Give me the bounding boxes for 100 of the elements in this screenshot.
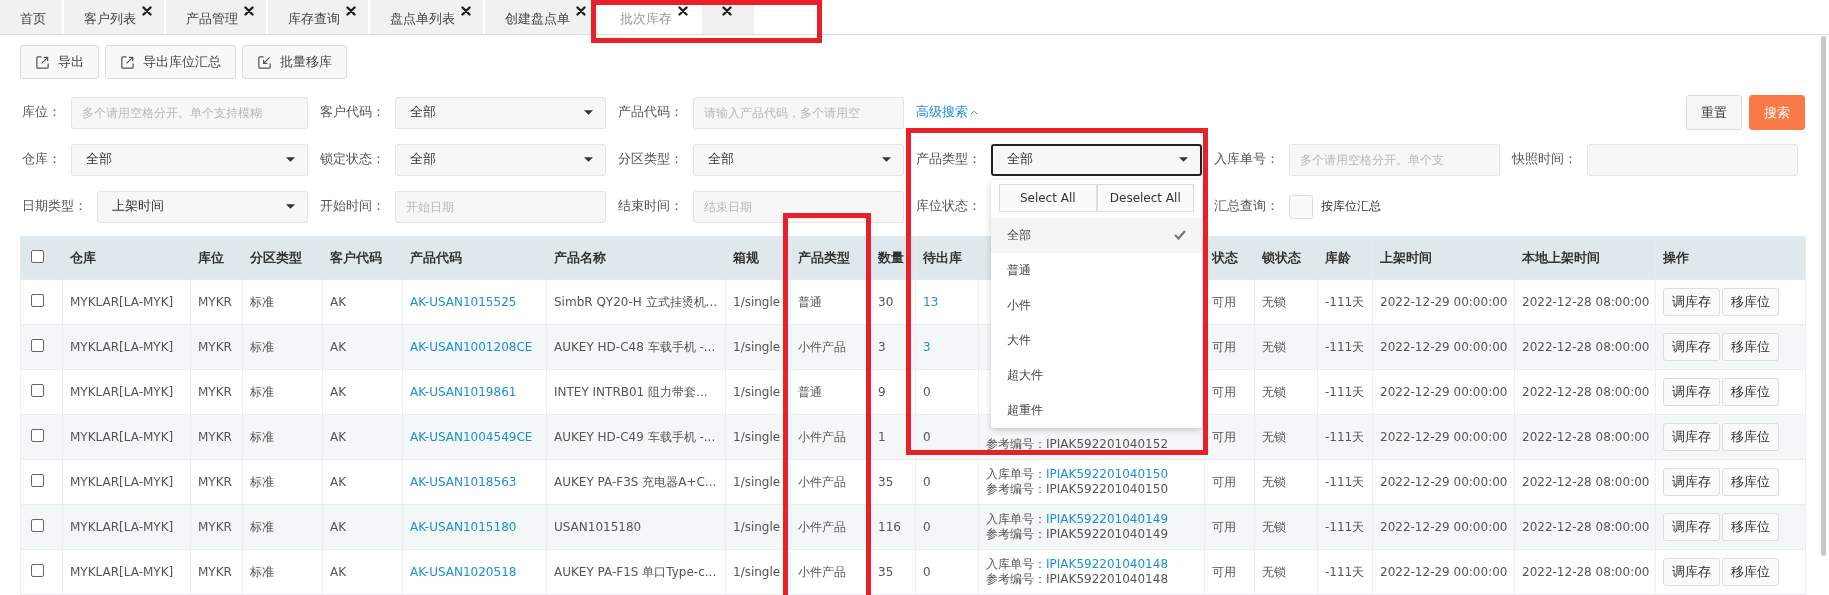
select-field[interactable]: 上架时间 — [97, 190, 308, 223]
shelf-time-cell: 2022-12-29 00:00:00 — [1380, 385, 1508, 399]
checkbox[interactable] — [31, 564, 44, 577]
tab[interactable]: 盘点单列表 — [370, 0, 485, 34]
product-name-cell: USAN1015180 — [554, 520, 642, 534]
checkbox[interactable] — [31, 339, 44, 352]
shelf-time-cell: 2022-12-29 00:00:00 — [1380, 295, 1508, 309]
column-header: 操作 — [1663, 249, 1689, 265]
checkbox[interactable] — [31, 294, 44, 307]
pending-cell: 0 — [923, 475, 931, 489]
checkbox[interactable] — [31, 474, 44, 487]
close-icon[interactable] — [346, 6, 356, 16]
action-button[interactable]: 调库存 — [1663, 468, 1720, 496]
column-header: 客户代码 — [330, 249, 382, 265]
tab[interactable]: 客户列表 — [64, 0, 166, 34]
checkbox[interactable] — [31, 429, 44, 442]
customer-cell: AK — [330, 340, 347, 354]
local-shelf-time-cell: 2022-12-28 08:00:00 — [1522, 430, 1650, 444]
local-shelf-time-cell: 2022-12-28 08:00:00 — [1522, 565, 1650, 579]
dropdown-option[interactable]: 超重件 — [991, 392, 1202, 428]
advanced-search-link[interactable]: 高级搜索 — [916, 104, 978, 121]
checkbox[interactable] — [31, 384, 44, 397]
pending-cell: 0 — [923, 430, 931, 444]
filter-label: 产品类型： — [916, 151, 981, 168]
scrollbar[interactable] — [1821, 36, 1826, 556]
select-field[interactable]: 全部 — [395, 96, 606, 129]
action-button[interactable]: 移库位 — [1722, 378, 1779, 406]
action-button[interactable]: 调库存 — [1663, 378, 1720, 406]
input-field[interactable]: 多个请用空格分开。单个支持模糊 — [71, 96, 308, 129]
action-button[interactable]: 移库位 — [1722, 288, 1779, 316]
close-icon[interactable] — [461, 6, 471, 16]
close-icon[interactable] — [142, 6, 152, 16]
column-header: 锁状态 — [1262, 249, 1301, 265]
box-spec-cell: 1/single — [733, 385, 781, 399]
customer-cell: AK — [330, 565, 347, 579]
age-cell: -111天 — [1325, 519, 1365, 534]
filter-label: 仓库： — [22, 151, 61, 168]
action-button[interactable]: 调库存 — [1663, 513, 1720, 541]
checkbox-label: 按库位汇总 — [1321, 198, 1381, 215]
select-field[interactable]: 全部 — [991, 143, 1202, 176]
select-all-button[interactable]: Select All — [999, 183, 1097, 212]
deselect-all-button[interactable]: Deselect All — [1096, 183, 1194, 212]
action-button[interactable]: 移库位 — [1722, 333, 1779, 361]
pending-link[interactable]: 13 — [923, 295, 939, 309]
close-icon[interactable] — [678, 6, 688, 16]
input-field[interactable]: 多个请用空格分开。单个支 — [1289, 143, 1500, 176]
dropdown-caret-icon — [1179, 157, 1188, 162]
dropdown-caret-icon — [584, 110, 593, 115]
age-cell: -111天 — [1325, 564, 1365, 579]
select-field[interactable]: 全部 — [395, 143, 606, 176]
close-icon[interactable] — [244, 6, 254, 16]
tab[interactable]: 产品管理 — [166, 0, 268, 34]
action-button[interactable]: 移库位 — [1722, 423, 1779, 451]
local-shelf-time-cell: 2022-12-28 08:00:00 — [1522, 295, 1650, 309]
dropdown-option[interactable]: 超大件 — [991, 357, 1202, 393]
close-icon[interactable] — [722, 6, 732, 16]
product-type-cell: 普通 — [798, 294, 822, 309]
select-field[interactable]: 全部 — [71, 143, 308, 176]
location-cell: MYKR — [198, 340, 232, 354]
filter-label: 产品代码： — [618, 104, 683, 121]
inbound-order-link[interactable]: IPIAK592201040148 — [1046, 557, 1168, 571]
product-type-cell: 小件产品 — [798, 474, 846, 489]
action-button[interactable]: 调库存 — [1663, 558, 1720, 586]
filter-label: 开始时间： — [320, 198, 385, 215]
action-button[interactable]: 调库存 — [1663, 333, 1720, 361]
toolbar-button[interactable]: 导出 — [20, 45, 99, 79]
toolbar-button[interactable]: 导出库位汇总 — [105, 45, 236, 79]
action-button[interactable]: 移库位 — [1722, 468, 1779, 496]
column-header: 数量 — [878, 249, 904, 265]
filter-label: 客户代码： — [320, 104, 385, 121]
input-field[interactable]: 请输入产品代码，多个请用空 — [693, 96, 904, 129]
input-field[interactable]: 结束日期 — [693, 190, 904, 223]
filter-label: 快照时间： — [1512, 151, 1577, 168]
product-name-cell: AUKEY HD-C48 车载手机 -... — [554, 339, 716, 354]
lock-cell: 无锁 — [1262, 339, 1286, 354]
action-button[interactable]: 调库存 — [1663, 423, 1720, 451]
action-button[interactable]: 移库位 — [1722, 558, 1779, 586]
pending-cell: 0 — [923, 520, 931, 534]
toolbar-button[interactable]: 批量移库 — [242, 45, 347, 79]
close-icon[interactable] — [576, 6, 586, 16]
zone-cell: 标准 — [250, 474, 274, 489]
input-field[interactable] — [1587, 143, 1798, 176]
action-button[interactable]: 移库位 — [1722, 513, 1779, 541]
input-field[interactable]: 开始日期 — [395, 190, 606, 223]
checkbox[interactable] — [31, 250, 44, 263]
reset-button[interactable]: 重置 — [1686, 95, 1742, 130]
tab[interactable]: 库存查询 — [268, 0, 370, 34]
status-cell: 可用 — [1212, 519, 1236, 534]
select-field[interactable]: 全部 — [693, 143, 904, 176]
action-button[interactable]: 调库存 — [1663, 288, 1720, 316]
checkbox[interactable] — [31, 519, 44, 532]
tab[interactable]: 创建盘点单 — [485, 0, 600, 34]
warehouse-cell: MYKLAR[LA-MYK] — [70, 565, 174, 579]
dropdown-option[interactable]: 普通 — [991, 252, 1202, 288]
inbound-order-link[interactable]: IPIAK592201040150 — [1046, 467, 1168, 481]
tab[interactable]: 首页 — [0, 0, 64, 34]
quantity-cell: 35 — [878, 475, 894, 489]
filter-label: 库位状态： — [916, 198, 981, 215]
dropdown-option[interactable]: 全部 — [991, 217, 1202, 253]
customer-cell: AK — [330, 295, 347, 309]
